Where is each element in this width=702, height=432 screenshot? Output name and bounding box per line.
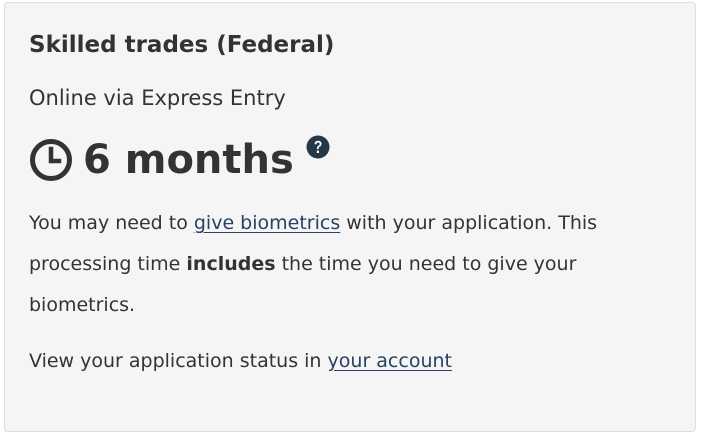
processing-time-row: 6 months (29, 133, 330, 187)
biometrics-text-before: You may need to (29, 212, 194, 234)
processing-duration: 6 months (83, 137, 294, 183)
your-account-link[interactable]: your account (328, 350, 452, 372)
card-title: Skilled trades (Federal) (29, 32, 335, 58)
question-circle-icon[interactable] (306, 135, 330, 159)
status-text-before: View your application status in (29, 350, 328, 372)
biometrics-bold-text: includes (186, 253, 276, 275)
give-biometrics-link[interactable]: give biometrics (194, 212, 340, 234)
clock-icon (30, 139, 72, 181)
application-method: Online via Express Entry (29, 86, 286, 110)
application-status-notice: View your application status in your acc… (29, 343, 452, 379)
processing-time-card: Skilled trades (Federal) Online via Expr… (4, 2, 696, 432)
biometrics-notice: You may need to give biometrics with you… (29, 203, 669, 326)
